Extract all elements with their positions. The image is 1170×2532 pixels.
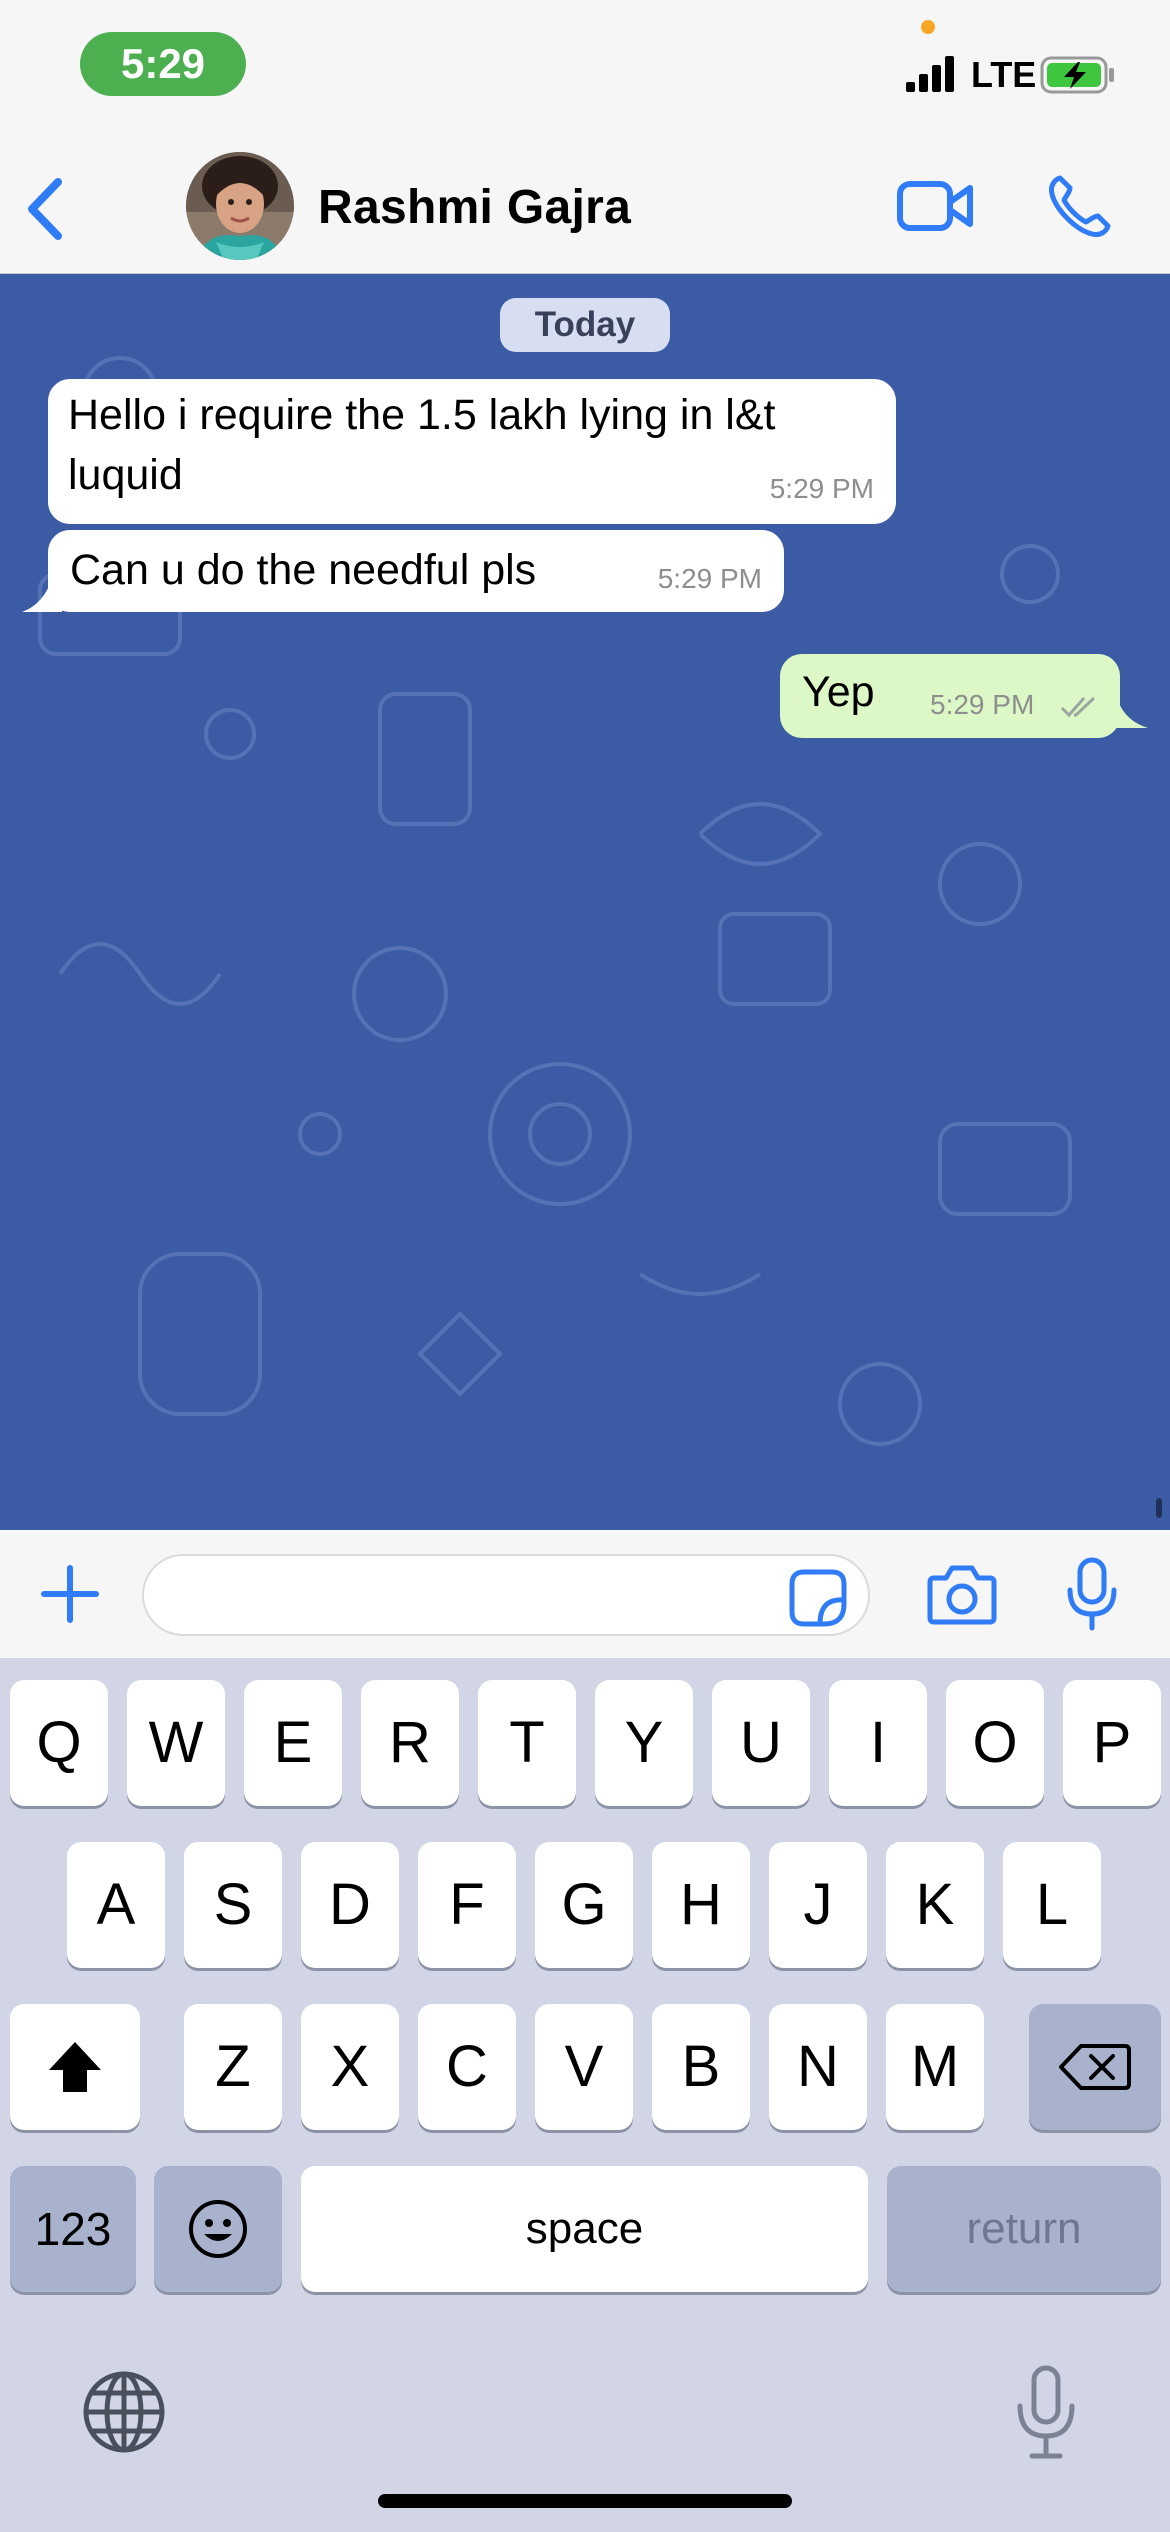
key-g[interactable]: G	[535, 1842, 633, 1968]
status-time: 5:29	[80, 32, 246, 96]
key-k[interactable]: K	[886, 1842, 984, 1968]
key-l[interactable]: L	[1003, 1842, 1101, 1968]
home-indicator[interactable]	[378, 2494, 792, 2508]
video-call-button[interactable]	[896, 176, 976, 236]
key-r[interactable]: R	[361, 1680, 459, 1806]
read-receipt-icon	[1060, 696, 1096, 718]
voice-note-button[interactable]	[1064, 1556, 1120, 1632]
key-v[interactable]: V	[535, 2004, 633, 2130]
backspace-icon	[1059, 2044, 1131, 2090]
key-i[interactable]: I	[829, 1680, 927, 1806]
key-d[interactable]: D	[301, 1842, 399, 1968]
scroll-indicator	[1156, 1498, 1162, 1518]
message-text: Hello i require the 1.5 lakh lying in l&…	[68, 391, 776, 499]
key-u[interactable]: U	[712, 1680, 810, 1806]
voice-call-button[interactable]	[1046, 172, 1114, 240]
key-n[interactable]: N	[769, 2004, 867, 2130]
space-key[interactable]: space	[301, 2166, 868, 2292]
status-bar: 5:29 LTE	[0, 0, 1170, 140]
shift-key[interactable]	[10, 2004, 140, 2130]
globe-icon[interactable]	[80, 2368, 168, 2456]
key-a[interactable]: A	[67, 1842, 165, 1968]
key-q[interactable]: Q	[10, 1680, 108, 1806]
incoming-message[interactable]: Can u do the needful pls 5:29 PM	[48, 530, 784, 612]
key-y[interactable]: Y	[595, 1680, 693, 1806]
key-c[interactable]: C	[418, 2004, 516, 2130]
key-z[interactable]: Z	[184, 2004, 282, 2130]
key-w[interactable]: W	[127, 1680, 225, 1806]
back-button[interactable]	[18, 174, 74, 244]
shift-icon	[49, 2042, 101, 2092]
sticker-button[interactable]	[788, 1568, 848, 1628]
emoji-icon	[189, 2200, 247, 2258]
message-input[interactable]	[142, 1554, 870, 1636]
key-f[interactable]: F	[418, 1842, 516, 1968]
battery-charging-icon	[1040, 56, 1114, 94]
attach-button[interactable]	[38, 1562, 102, 1626]
return-key[interactable]: return	[887, 2166, 1161, 2292]
signal-icon	[906, 56, 954, 92]
contact-name[interactable]: Rashmi Gajra	[318, 180, 631, 235]
delete-key[interactable]	[1029, 2004, 1161, 2130]
key-x[interactable]: X	[301, 2004, 399, 2130]
message-time: 5:29 PM	[657, 563, 762, 594]
camera-button[interactable]	[926, 1562, 998, 1626]
on-screen-keyboard: Q W E R T Y U I O P A S D F G H J K L Z …	[0, 1658, 1170, 2532]
key-m[interactable]: M	[886, 2004, 984, 2130]
key-t[interactable]: T	[478, 1680, 576, 1806]
chat-header: Rashmi Gajra	[0, 140, 1170, 274]
key-j[interactable]: J	[769, 1842, 867, 1968]
date-separator: Today	[500, 298, 670, 352]
key-h[interactable]: H	[652, 1842, 750, 1968]
message-composer	[0, 1530, 1170, 1658]
incoming-message[interactable]: Hello i require the 1.5 lakh lying in l&…	[48, 379, 896, 524]
privacy-indicator-dot	[921, 20, 935, 34]
emoji-key[interactable]	[154, 2166, 282, 2292]
dictation-microphone-icon[interactable]	[1014, 2364, 1078, 2460]
network-type: LTE	[971, 54, 1037, 95]
key-s[interactable]: S	[184, 1842, 282, 1968]
key-b[interactable]: B	[652, 2004, 750, 2130]
key-p[interactable]: P	[1063, 1680, 1161, 1806]
outgoing-message[interactable]: Yep 5:29 PM	[780, 654, 1120, 738]
message-time: 5:29 PM	[769, 473, 874, 504]
contact-avatar[interactable]	[186, 152, 294, 260]
message-list[interactable]: Today Hello i require the 1.5 lakh lying…	[0, 274, 1170, 1530]
message-time: 5:29 PM	[930, 689, 1035, 720]
key-e[interactable]: E	[244, 1680, 342, 1806]
key-o[interactable]: O	[946, 1680, 1044, 1806]
numbers-key[interactable]: 123	[10, 2166, 136, 2292]
